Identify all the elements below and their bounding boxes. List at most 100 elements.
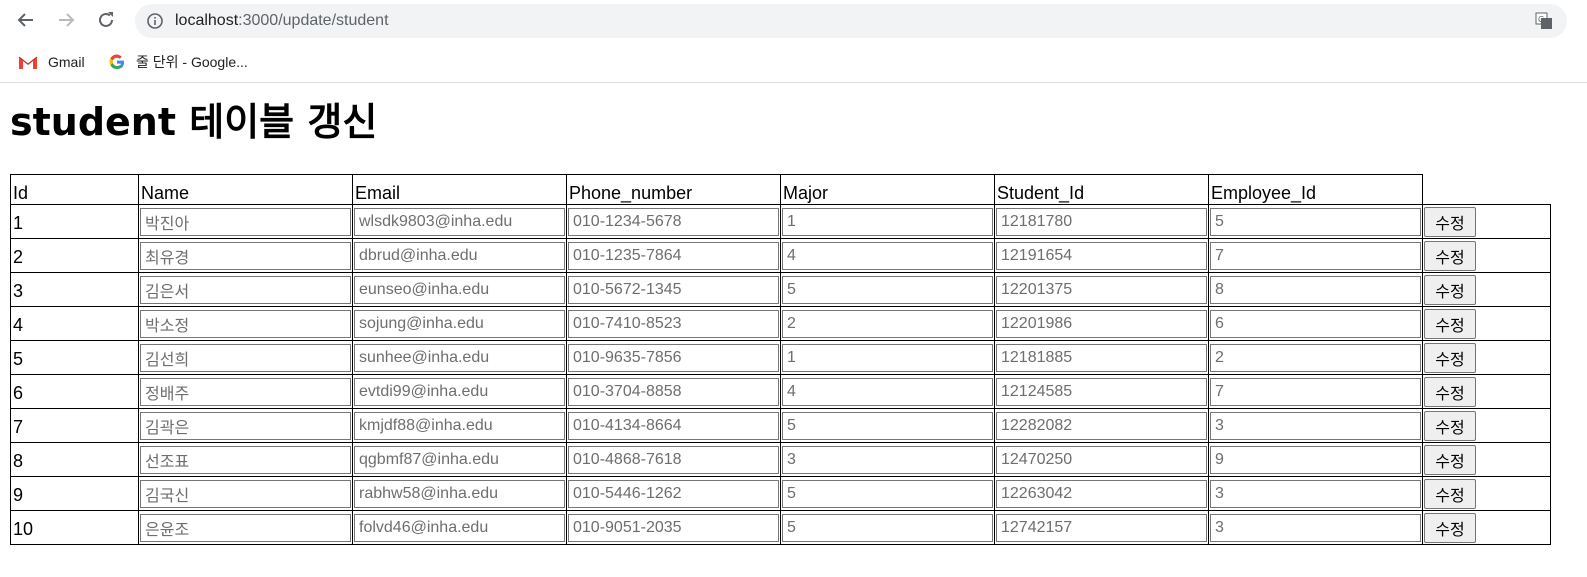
major-input[interactable] — [782, 445, 993, 474]
name-cell — [138, 510, 353, 545]
email-input[interactable] — [354, 343, 565, 372]
back-button[interactable] — [14, 8, 38, 32]
email-input[interactable] — [354, 411, 565, 440]
name-cell — [138, 306, 353, 341]
name-input[interactable] — [140, 513, 351, 542]
major-input[interactable] — [782, 207, 993, 236]
edit-button[interactable]: 수정 — [1424, 478, 1476, 509]
edit-button[interactable]: 수정 — [1424, 206, 1476, 237]
student-id-input[interactable] — [996, 411, 1207, 440]
column-header-phone: Phone_number — [566, 174, 781, 205]
phone-number-cell — [566, 408, 781, 443]
info-icon[interactable] — [147, 13, 163, 29]
arrow-right-icon — [59, 13, 75, 27]
edit-button[interactable]: 수정 — [1424, 376, 1476, 407]
name-input[interactable] — [140, 241, 351, 270]
address-bar[interactable]: localhost:3000/update/student G — [135, 4, 1567, 38]
phone-number-input[interactable] — [568, 241, 779, 270]
name-input[interactable] — [140, 411, 351, 440]
name-input[interactable] — [140, 207, 351, 236]
email-input[interactable] — [354, 445, 565, 474]
name-input[interactable] — [140, 275, 351, 304]
major-input[interactable] — [782, 377, 993, 406]
student-id-input[interactable] — [996, 343, 1207, 372]
student-id-input[interactable] — [996, 377, 1207, 406]
student-id-input[interactable] — [996, 207, 1207, 236]
employee-id-input[interactable] — [1210, 275, 1421, 304]
gmail-icon — [18, 56, 38, 69]
edit-button[interactable]: 수정 — [1424, 274, 1476, 305]
action-cell: 수정 — [1422, 442, 1551, 477]
url-path: :3000/update/student — [238, 12, 389, 29]
edit-button[interactable]: 수정 — [1424, 240, 1476, 271]
major-input[interactable] — [782, 479, 993, 508]
name-cell — [138, 476, 353, 511]
email-input[interactable] — [354, 479, 565, 508]
email-input[interactable] — [354, 275, 565, 304]
name-cell — [138, 408, 353, 443]
action-cell: 수정 — [1422, 306, 1551, 341]
major-input[interactable] — [782, 343, 993, 372]
name-cell — [138, 238, 353, 273]
phone-number-input[interactable] — [568, 479, 779, 508]
student-id-input[interactable] — [996, 309, 1207, 338]
employee-id-input[interactable] — [1210, 377, 1421, 406]
phone-number-cell — [566, 510, 781, 545]
major-input[interactable] — [782, 513, 993, 542]
email-input[interactable] — [354, 207, 565, 236]
email-input[interactable] — [354, 377, 565, 406]
major-cell — [780, 510, 995, 545]
reload-button[interactable] — [94, 8, 118, 32]
major-input[interactable] — [782, 275, 993, 304]
employee-id-input[interactable] — [1210, 445, 1421, 474]
student-id-input[interactable] — [996, 513, 1207, 542]
phone-number-input[interactable] — [568, 445, 779, 474]
employee-id-input[interactable] — [1210, 207, 1421, 236]
row-id: 7 — [10, 408, 139, 443]
table-row: 2 수정 — [10, 238, 1551, 273]
email-input[interactable] — [354, 241, 565, 270]
name-input[interactable] — [140, 343, 351, 372]
employee-id-input[interactable] — [1210, 241, 1421, 270]
email-input[interactable] — [354, 309, 565, 338]
employee-id-input[interactable] — [1210, 513, 1421, 542]
student-id-input[interactable] — [996, 479, 1207, 508]
phone-number-input[interactable] — [568, 275, 779, 304]
employee-id-input[interactable] — [1210, 411, 1421, 440]
name-input[interactable] — [140, 377, 351, 406]
bookmark-google[interactable]: 줄 단위 - Google... — [108, 42, 248, 82]
table-row: 9 수정 — [10, 476, 1551, 511]
employee-id-input[interactable] — [1210, 309, 1421, 338]
phone-number-input[interactable] — [568, 309, 779, 338]
edit-button[interactable]: 수정 — [1424, 444, 1476, 475]
employee-id-input[interactable] — [1210, 479, 1421, 508]
phone-number-input[interactable] — [568, 343, 779, 372]
major-input[interactable] — [782, 241, 993, 270]
bookmark-gmail[interactable]: Gmail — [18, 42, 85, 82]
name-input[interactable] — [140, 309, 351, 338]
email-cell — [352, 374, 567, 409]
row-id: 9 — [10, 476, 139, 511]
google-icon — [109, 54, 124, 70]
name-cell — [138, 204, 353, 239]
email-input[interactable] — [354, 513, 565, 542]
employee-id-input[interactable] — [1210, 343, 1421, 372]
phone-number-input[interactable] — [568, 513, 779, 542]
phone-number-input[interactable] — [568, 377, 779, 406]
reload-icon — [99, 12, 113, 27]
student-id-input[interactable] — [996, 241, 1207, 270]
major-input[interactable] — [782, 309, 993, 338]
edit-button[interactable]: 수정 — [1424, 342, 1476, 373]
phone-number-input[interactable] — [568, 411, 779, 440]
translate-icon[interactable]: G — [1535, 12, 1553, 30]
edit-button[interactable]: 수정 — [1424, 512, 1476, 543]
edit-button[interactable]: 수정 — [1424, 308, 1476, 339]
forward-button[interactable] — [54, 8, 78, 32]
name-input[interactable] — [140, 445, 351, 474]
edit-button[interactable]: 수정 — [1424, 410, 1476, 441]
phone-number-input[interactable] — [568, 207, 779, 236]
name-input[interactable] — [140, 479, 351, 508]
major-input[interactable] — [782, 411, 993, 440]
student-id-input[interactable] — [996, 275, 1207, 304]
student-id-input[interactable] — [996, 445, 1207, 474]
